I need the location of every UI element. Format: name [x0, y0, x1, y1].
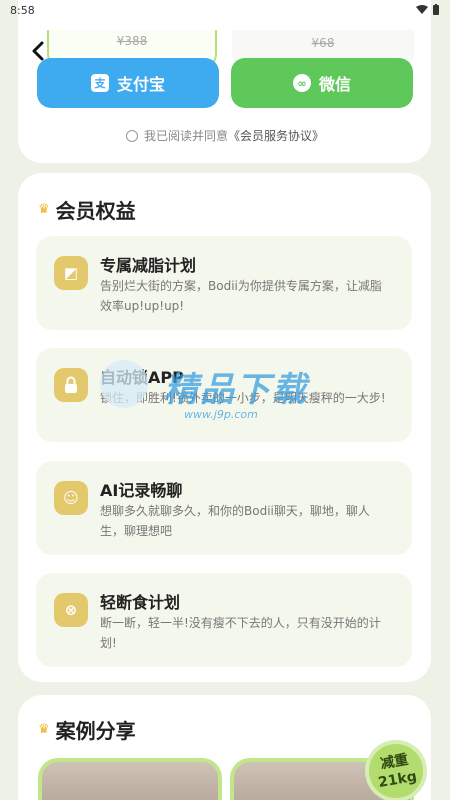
crown-icon: ♛ [38, 202, 50, 217]
benefits-title: 会员权益 [55, 199, 136, 223]
wechat-icon: ∞ [292, 74, 311, 92]
original-price: ¥68 [311, 36, 335, 50]
agreement-row: 我已阅读并同意 《会员服务协议》 [0, 127, 450, 144]
battery-icon [433, 4, 439, 15]
agreement-radio[interactable] [125, 129, 138, 142]
benefit-desc: 告别烂大街的方案，Bodii为你提供专属方案，让减脂效率up!up!up! [100, 279, 382, 313]
cases-card: ♛ 案例分享 减重 21kg [18, 695, 432, 800]
benefits-heading: ♛ 会员权益 [38, 195, 136, 224]
benefit-item: ⊗ 轻断食计划 断一断，轻一半!没有瘦不下去的人，只有没开始的计划! [36, 573, 412, 667]
agreement-text: 我已阅读并同意 [143, 129, 228, 143]
benefit-item: ☺ AI记录畅聊 想聊多久就聊多久，和你的Bodii聊天，聊地，聊人生，聊理想吧 [36, 461, 412, 555]
benefit-desc: 断一断，轻一半!没有瘦不下去的人，只有没开始的计划! [100, 616, 381, 650]
original-price: ¥388 [116, 34, 148, 48]
chat-icon: ☺ [54, 481, 88, 515]
fasting-icon: ⊗ [54, 593, 88, 627]
benefit-desc: 想聊多久就聊多久，和你的Bodii聊天，聊地，聊人生，聊理想吧 [100, 504, 370, 538]
benefit-desc: 锁住，即胜利!锁外卖的一小步，是明天瘦秤的一大步! [100, 391, 386, 405]
wechat-pay-button[interactable]: ∞ 微信 [231, 58, 413, 108]
benefit-item: ◩ 专属减脂计划 告别烂大街的方案，Bodii为你提供专属方案，让减脂效率up!… [36, 236, 412, 330]
alipay-label: 支付宝 [116, 75, 165, 94]
status-time: 8:58 [10, 3, 35, 17]
case-photo[interactable] [38, 758, 222, 800]
cases-title: 案例分享 [55, 719, 136, 743]
benefits-card: ♛ 会员权益 ◩ 专属减脂计划 告别烂大街的方案，Bodii为你提供专属方案，让… [18, 173, 431, 682]
wifi-icon [416, 5, 428, 14]
chevron-left-icon [32, 41, 44, 61]
status-bar: 8:58 [0, 0, 450, 20]
lock-icon [54, 368, 88, 402]
plan-icon: ◩ [54, 256, 88, 290]
back-button[interactable] [28, 40, 56, 68]
alipay-button[interactable]: 支 支付宝 [37, 58, 219, 108]
benefit-title: 专属减脂计划 [100, 256, 197, 275]
alipay-icon: 支 [90, 74, 109, 92]
status-icons [416, 4, 440, 16]
cases-heading: ♛ 案例分享 [38, 715, 136, 744]
benefit-item: 自动锁APP 锁住，即胜利!锁外卖的一小步，是明天瘦秤的一大步! [36, 348, 412, 442]
crown-icon: ♛ [38, 722, 50, 737]
weight-loss-badge: 减重 21kg [360, 735, 432, 800]
benefit-title: AI记录畅聊 [100, 481, 183, 500]
benefit-title: 自动锁APP [100, 368, 184, 387]
wechat-label: 微信 [318, 75, 351, 94]
agreement-link[interactable]: 《会员服务协议》 [228, 127, 324, 144]
benefit-title: 轻断食计划 [100, 593, 181, 612]
